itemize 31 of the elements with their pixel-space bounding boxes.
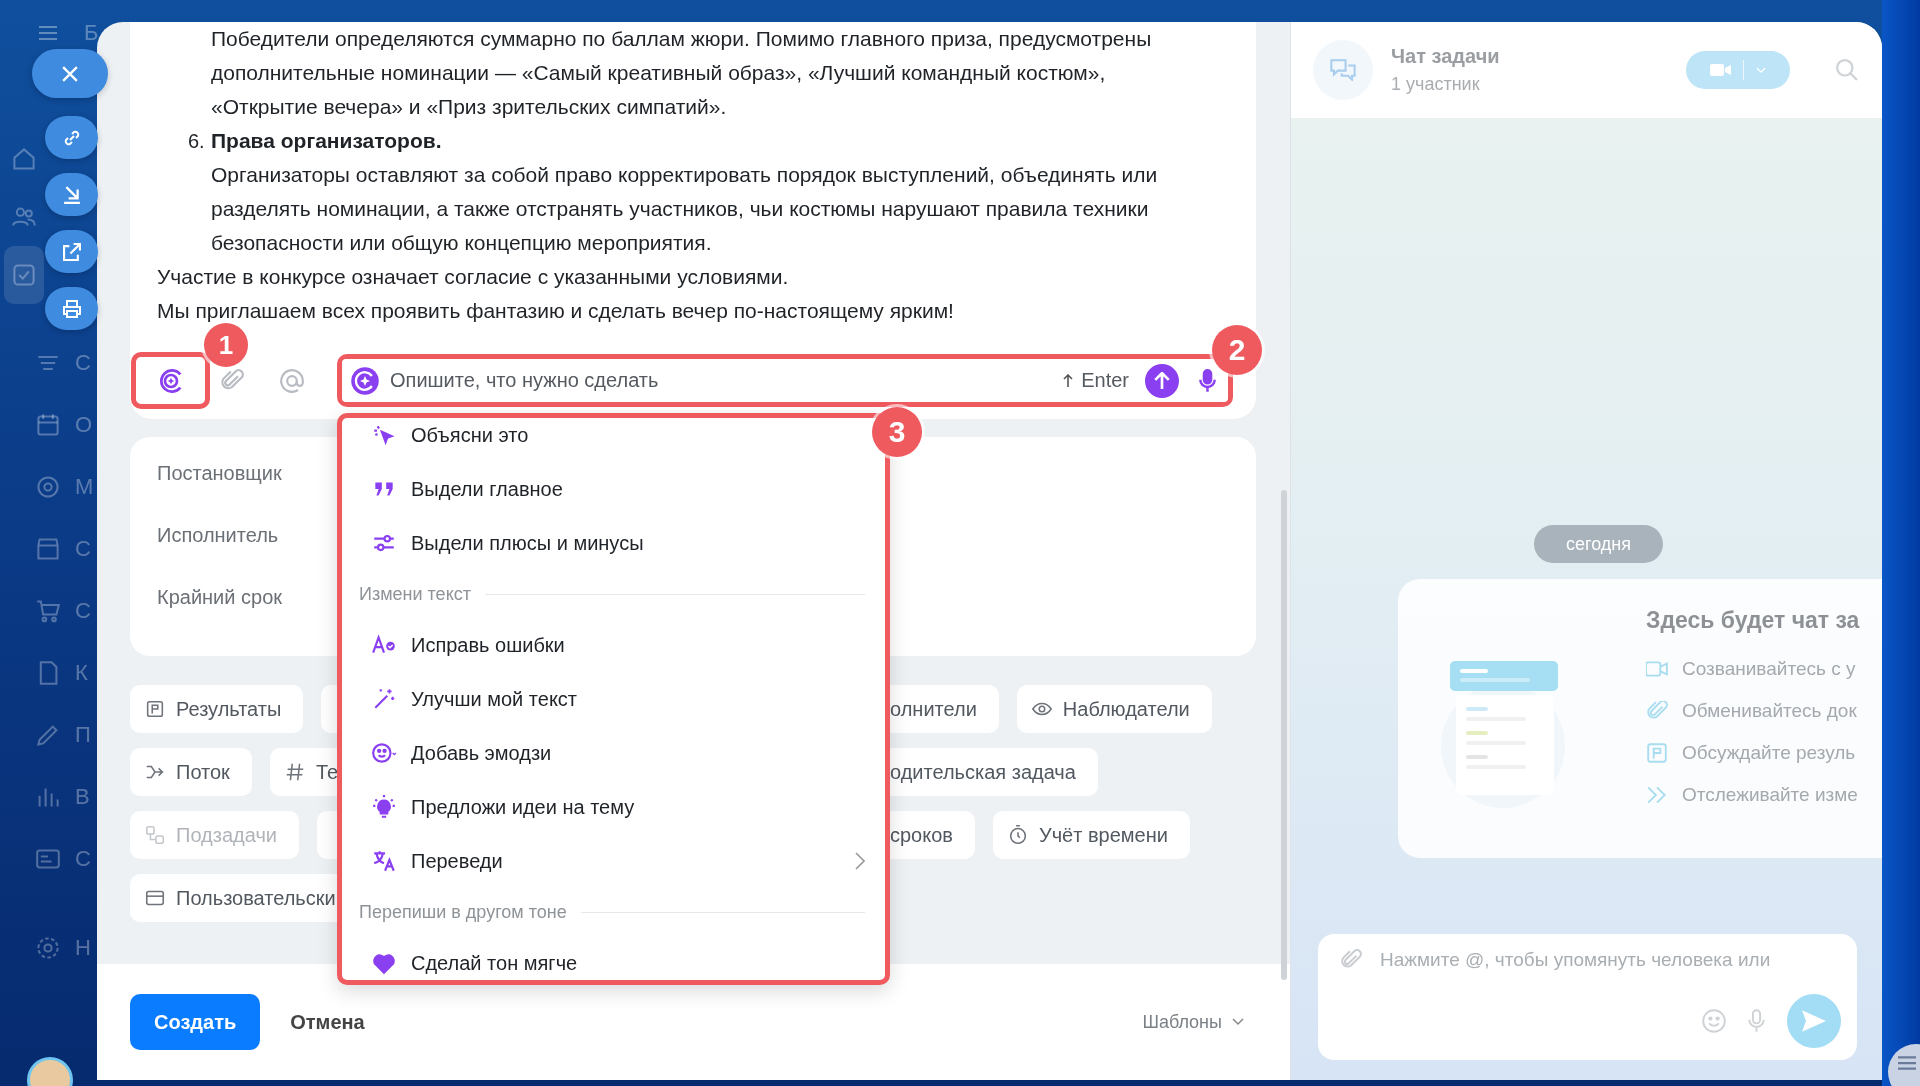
sidebar-label: С (75, 536, 91, 562)
chat-subtitle: 1 участник (1391, 74, 1481, 95)
list-item-title: Права организаторов. (211, 128, 443, 154)
list-item-text: Победители определяются суммарно по баллам жюри. Помимо главного приза, предусмотрены дополнительные номинации — «Самый креативный образ», «Лучший командный костюм», «Открытие вечера» и «Приз зрительских симпатий». (210, 26, 1153, 120)
sidebar-label: С (75, 846, 91, 872)
field-label: Исполнитель (157, 523, 279, 548)
list-item-text: Организаторы оставляют за собой право корректировать порядок выступлений, объединять или разделять номинации, а также отстранять участников, чьи костюмы нарушают правила техники безопасности или общую концепцию мероприятия. (211, 162, 1159, 256)
sidebar-label: В (75, 784, 90, 810)
empty-chat-title: Здесь будет чат за (1646, 607, 1860, 634)
sidebar-label: С (75, 598, 91, 624)
field-label: Крайний срок (157, 585, 282, 610)
enter-hint: Enter (1081, 369, 1129, 392)
menu-section-label: Перепиши в другом тоне (359, 901, 567, 923)
sidebar-label: М (75, 474, 94, 500)
sidebar-label: П (75, 722, 91, 748)
menu-section-label: Измени текст (359, 583, 471, 605)
feature-text: Отслеживайте изме (1682, 784, 1858, 806)
paragraph: Участие в конкурсе означает согласие с указанными условиями. (157, 264, 790, 290)
feature-text: Созванивайтесь с у (1682, 658, 1856, 680)
sidebar-label: С (75, 350, 91, 376)
feature-text: Обсуждайте резуль (1682, 742, 1856, 764)
sidebar-label: К (75, 660, 88, 686)
chat-title: Чат задачи (1391, 45, 1501, 68)
list-number: 6. (188, 129, 206, 154)
feature-text: Обменивайтесь док (1682, 700, 1857, 722)
date-separator: сегодня (1534, 525, 1663, 563)
paragraph: Мы приглашаем всех проявить фантазию и сделать вечер по-настоящему ярким! (157, 298, 955, 324)
logo-text: Б (84, 20, 99, 46)
sidebar-label: Н (75, 935, 91, 961)
sidebar-label: О (75, 412, 93, 438)
field-label: Постановщик (157, 461, 282, 486)
